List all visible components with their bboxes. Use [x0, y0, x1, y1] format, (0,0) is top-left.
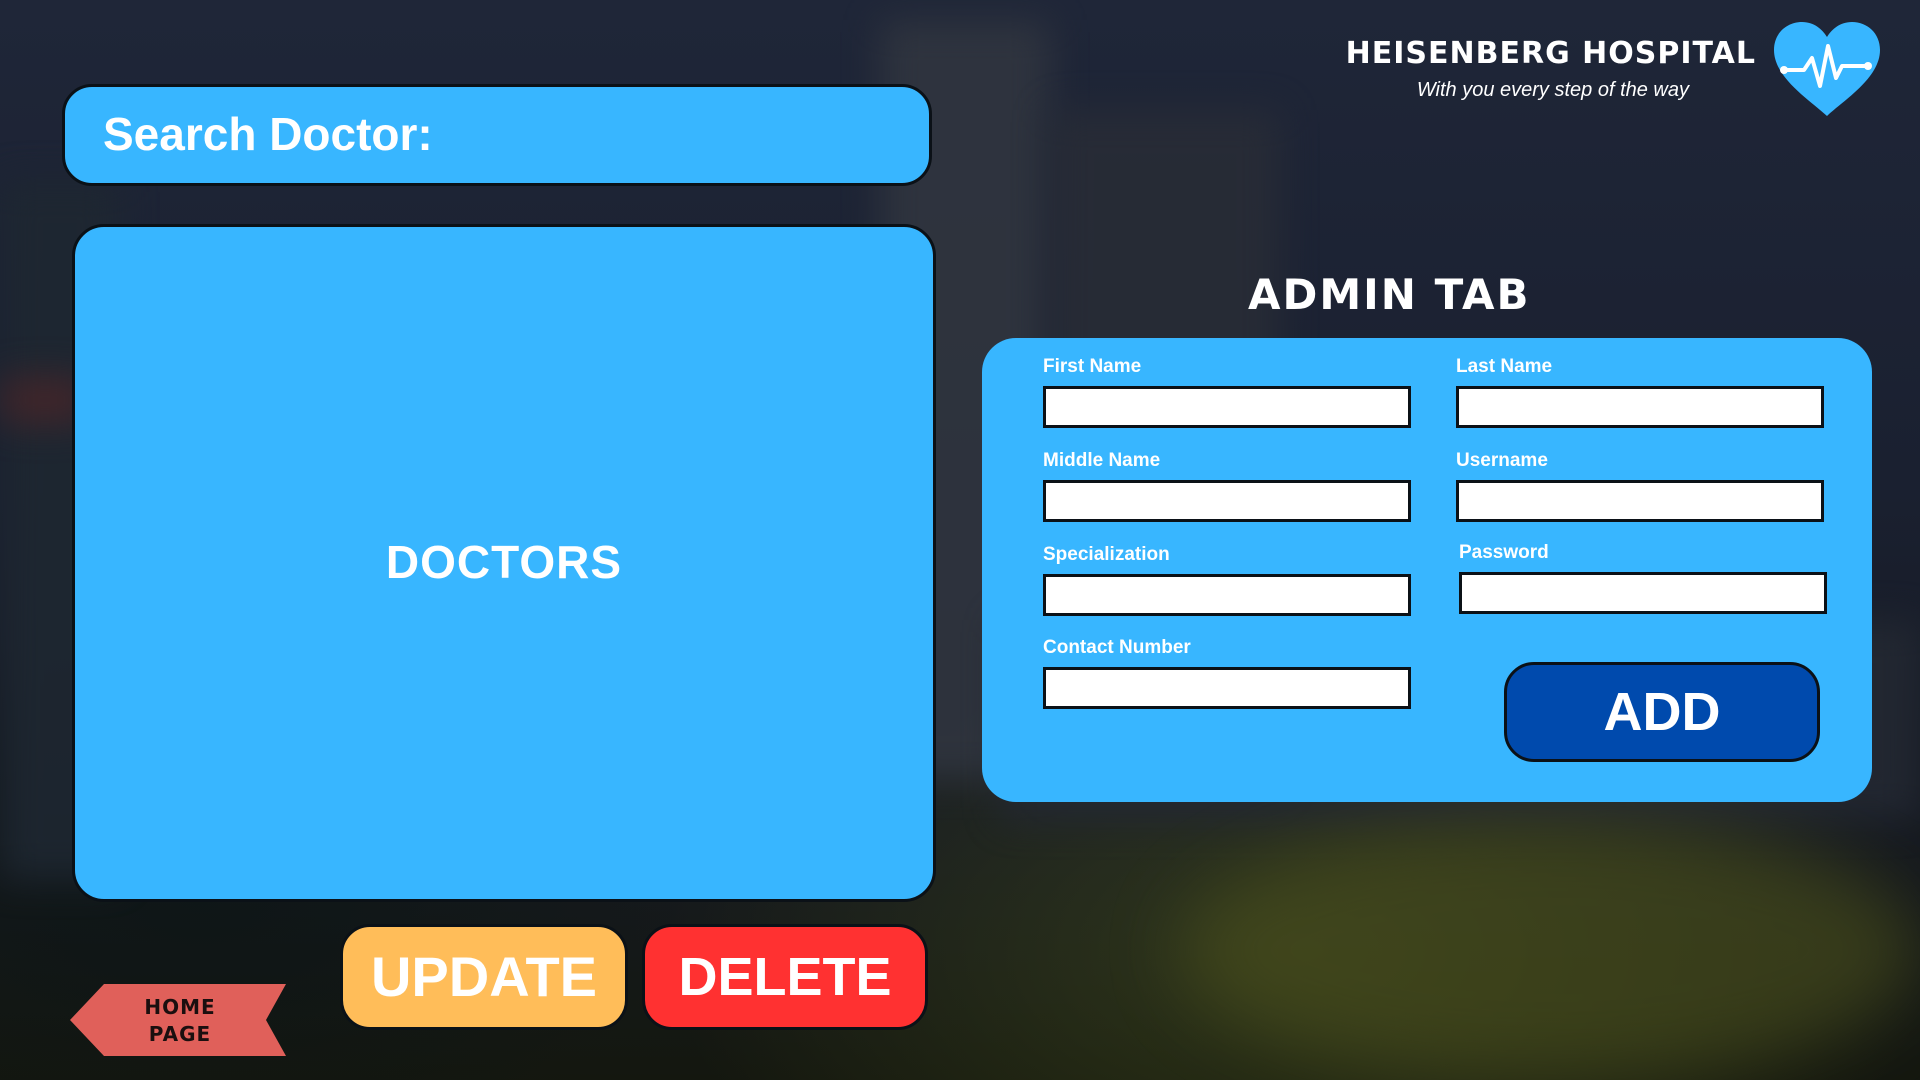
- username-input[interactable]: [1456, 480, 1824, 522]
- username-field: Username: [1456, 450, 1824, 522]
- password-field: Password: [1459, 542, 1827, 614]
- middle-name-input[interactable]: [1043, 480, 1411, 522]
- hospital-brand: HEISENBERG HOSPITAL With you every step …: [1266, 36, 1756, 102]
- update-button[interactable]: UPDATE: [340, 924, 628, 1030]
- contact-number-label: Contact Number: [1043, 637, 1191, 658]
- hospital-tagline: With you every step of the way: [1416, 79, 1689, 101]
- middle-name-field: Middle Name: [1043, 450, 1411, 522]
- doctors-panel-label: DOCTORS: [385, 536, 623, 588]
- search-doctor-label: Search Doctor:: [103, 108, 433, 160]
- heart-pulse-icon: [1770, 20, 1884, 120]
- home-label-line1: HOME: [144, 995, 216, 1019]
- last-name-label: Last Name: [1456, 356, 1553, 377]
- home-page-label: HOME PAGE: [110, 994, 250, 1048]
- add-button[interactable]: ADD: [1504, 662, 1820, 762]
- specialization-input[interactable]: [1043, 574, 1411, 616]
- last-name-field: Last Name: [1456, 356, 1824, 428]
- admin-tab-title: ADMIN TAB: [1248, 270, 1531, 319]
- password-label: Password: [1459, 542, 1549, 563]
- first-name-field: First Name: [1043, 356, 1411, 428]
- middle-name-label: Middle Name: [1043, 450, 1161, 471]
- home-label-line2: PAGE: [148, 1022, 212, 1046]
- search-doctor-bar[interactable]: Search Doctor:: [62, 84, 932, 186]
- contact-number-field: Contact Number: [1043, 637, 1411, 709]
- contact-number-input[interactable]: [1043, 667, 1411, 709]
- delete-button[interactable]: DELETE: [642, 924, 928, 1030]
- home-page-button[interactable]: HOME PAGE: [70, 984, 286, 1056]
- first-name-input[interactable]: [1043, 386, 1411, 428]
- username-label: Username: [1456, 450, 1548, 471]
- password-input[interactable]: [1459, 572, 1827, 614]
- hospital-name: HEISENBERG HOSPITAL: [1345, 36, 1756, 71]
- first-name-label: First Name: [1043, 356, 1142, 377]
- last-name-input[interactable]: [1456, 386, 1824, 428]
- specialization-field: Specialization: [1043, 544, 1411, 616]
- doctors-list-panel[interactable]: DOCTORS: [72, 224, 936, 902]
- specialization-label: Specialization: [1043, 544, 1170, 565]
